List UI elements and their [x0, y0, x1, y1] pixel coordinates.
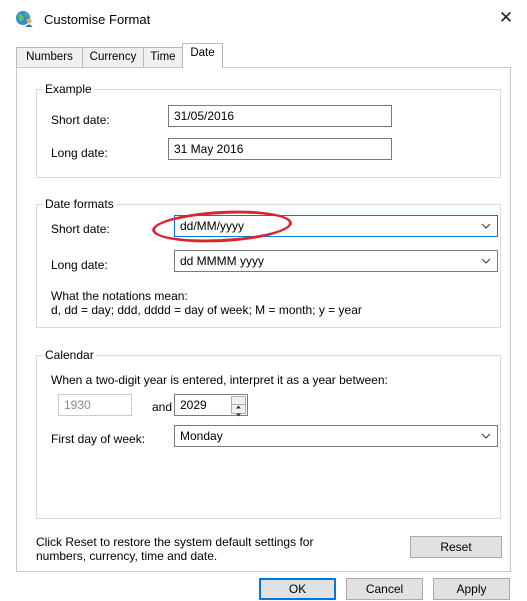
first-day-value: Monday: [180, 429, 223, 443]
tab-numbers[interactable]: Numbers: [16, 47, 83, 67]
year-range-end-value: 2029: [180, 398, 207, 412]
tab-date[interactable]: Date: [182, 43, 223, 68]
reset-description-line2: numbers, currency, time and date.: [36, 549, 218, 563]
notation-heading: What the notations mean:: [51, 289, 188, 303]
globe-person-icon: [16, 11, 33, 27]
and-label: and: [152, 400, 173, 414]
ok-button[interactable]: OK: [259, 578, 336, 600]
example-long-date-label: Long date:: [51, 146, 108, 160]
format-long-date-label: Long date:: [51, 258, 108, 272]
chevron-down-icon: [481, 258, 491, 264]
reset-button[interactable]: Reset: [410, 536, 502, 558]
tab-currency[interactable]: Currency: [82, 47, 144, 67]
notation-text: d, dd = day; ddd, dddd = day of week; M …: [51, 303, 362, 317]
caret-down-icon: [236, 413, 241, 417]
year-spinner-buttons: [231, 396, 246, 417]
date-formats-group-title: Date formats: [43, 197, 116, 211]
apply-button[interactable]: Apply: [433, 578, 510, 600]
close-button[interactable]: ✕: [491, 4, 521, 32]
long-date-format-value: dd MMMM yyyy: [180, 254, 264, 268]
calendar-group-title: Calendar: [43, 348, 96, 362]
example-group-title: Example: [43, 82, 94, 96]
year-range-start: 1930: [58, 394, 132, 416]
example-group: Example: [36, 82, 501, 178]
example-short-date-label: Short date:: [51, 113, 110, 127]
long-date-format-select[interactable]: dd MMMM yyyy: [174, 250, 498, 272]
close-icon: ✕: [498, 8, 514, 27]
chevron-down-icon: [481, 223, 491, 229]
example-short-date-value: 31/05/2016: [168, 105, 392, 127]
chevron-down-icon: [481, 433, 491, 439]
spin-up-button[interactable]: [232, 397, 245, 409]
window-title: Customise Format: [44, 12, 151, 27]
example-long-date-value: 31 May 2016: [168, 138, 392, 160]
tab-time[interactable]: Time: [143, 47, 183, 67]
short-date-format-select[interactable]: dd/MM/yyyy: [174, 215, 498, 237]
first-day-label: First day of week:: [51, 432, 146, 446]
reset-description-line1: Click Reset to restore the system defaul…: [36, 535, 314, 549]
cancel-button[interactable]: Cancel: [346, 578, 423, 600]
spin-down-button[interactable]: [232, 405, 245, 417]
title-bar: Customise Format ✕: [0, 0, 527, 38]
format-short-date-label: Short date:: [51, 222, 110, 236]
year-range-end-spinner[interactable]: 2029: [174, 394, 248, 417]
first-day-select[interactable]: Monday: [174, 425, 498, 447]
short-date-format-value: dd/MM/yyyy: [180, 219, 245, 233]
two-digit-year-text: When a two-digit year is entered, interp…: [51, 373, 388, 387]
